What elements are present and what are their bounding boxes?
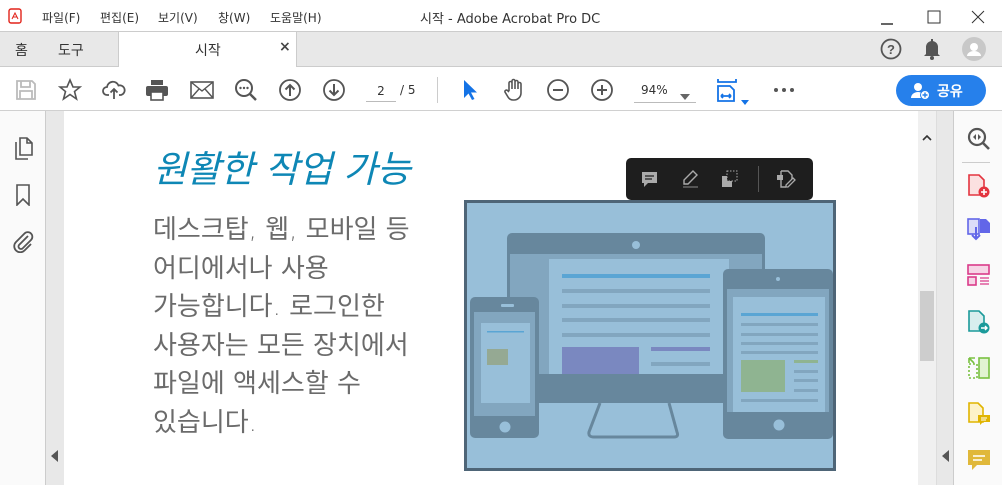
compare-files-icon[interactable] bbox=[966, 355, 992, 381]
more-options-icon[interactable] bbox=[772, 78, 796, 102]
tab-document-label: 시작 bbox=[195, 43, 221, 59]
tab-tools[interactable]: 도구 bbox=[58, 40, 84, 60]
menu-help[interactable]: 도움말(H) bbox=[270, 9, 322, 26]
window-title: 시작 - Adobe Acrobat Pro DC bbox=[420, 12, 601, 27]
highlight-icon[interactable] bbox=[681, 170, 699, 192]
body-line: 있습니다. bbox=[153, 407, 257, 438]
body-line: 파일에 액세스할 수 bbox=[153, 369, 361, 399]
menu-window[interactable]: 창(W) bbox=[218, 9, 250, 26]
collapse-left-pane-icon[interactable] bbox=[51, 447, 58, 466]
export-pdf-icon[interactable] bbox=[966, 217, 992, 243]
email-icon[interactable] bbox=[190, 78, 214, 102]
page-number-input[interactable] bbox=[366, 80, 396, 102]
bookmarks-icon[interactable] bbox=[15, 184, 31, 210]
tab-home[interactable]: 홈 bbox=[15, 40, 28, 60]
fill-and-sign-icon[interactable] bbox=[966, 401, 992, 427]
svg-text:?: ? bbox=[887, 42, 895, 57]
zoom-dropdown[interactable]: 94% bbox=[634, 77, 696, 103]
page-thumbnails-icon[interactable] bbox=[14, 137, 34, 165]
attachments-icon[interactable] bbox=[12, 229, 34, 257]
body-line: 사용자는 모든 장치에서 bbox=[153, 330, 409, 361]
search-text-icon[interactable] bbox=[234, 78, 258, 102]
organize-pages-icon[interactable] bbox=[966, 263, 992, 289]
zoom-out-icon[interactable] bbox=[546, 78, 570, 102]
right-tools-pane bbox=[953, 111, 1002, 485]
edit-pdf-icon[interactable] bbox=[776, 170, 796, 192]
body-line: 어디에서나 사용 bbox=[153, 253, 329, 284]
left-pane-collapse-strip bbox=[46, 111, 64, 485]
scrollbar-thumb[interactable] bbox=[920, 291, 934, 361]
tab-document[interactable]: 시작 × bbox=[118, 32, 297, 67]
toolbar: / 5 94% 공유 bbox=[0, 67, 1002, 111]
share-button[interactable]: 공유 bbox=[896, 75, 986, 106]
title-bar: 파일(F) 편집(E) 보기(V) 창(W) 도움말(H) 시작 - Adobe… bbox=[0, 0, 1002, 32]
copy-region-icon[interactable] bbox=[721, 170, 739, 192]
quick-tools-popup bbox=[626, 158, 813, 200]
close-tab-icon[interactable]: × bbox=[279, 39, 291, 55]
page-heading: 원활한 작업 가능 bbox=[153, 148, 411, 191]
fit-width-icon[interactable] bbox=[716, 78, 740, 102]
minimize-button[interactable] bbox=[880, 10, 894, 29]
comment-tool-icon[interactable] bbox=[966, 447, 992, 473]
create-pdf-icon[interactable] bbox=[966, 173, 992, 199]
user-avatar[interactable] bbox=[962, 37, 986, 65]
body-line: 데스크탑, 웹, 모바일 등 bbox=[153, 215, 410, 245]
previous-page-icon[interactable] bbox=[278, 78, 302, 102]
chevron-down-icon bbox=[680, 85, 690, 104]
send-for-review-icon[interactable] bbox=[966, 309, 992, 335]
select-cursor-icon[interactable] bbox=[458, 78, 482, 102]
body-line: 가능합니다. 로그인한 bbox=[153, 292, 385, 322]
share-label: 공유 bbox=[937, 84, 963, 100]
vertical-scrollbar[interactable] bbox=[918, 111, 936, 485]
zoom-search-icon[interactable] bbox=[966, 126, 992, 152]
zoom-in-icon[interactable] bbox=[590, 78, 614, 102]
popup-divider bbox=[758, 166, 759, 192]
bookmark-star-icon[interactable] bbox=[58, 78, 82, 102]
right-pane-collapse-strip bbox=[936, 111, 953, 485]
add-user-icon bbox=[910, 82, 930, 104]
document-page: 원활한 작업 가능 데스크탑, 웹, 모바일 등 어디에서나 사용 가능합니다.… bbox=[64, 111, 918, 485]
hand-tool-icon[interactable] bbox=[502, 78, 526, 102]
menu-edit[interactable]: 편집(E) bbox=[100, 9, 139, 26]
next-page-icon[interactable] bbox=[322, 78, 346, 102]
menu-view[interactable]: 보기(V) bbox=[158, 9, 198, 26]
collapse-right-pane-icon[interactable] bbox=[942, 447, 949, 466]
print-icon[interactable] bbox=[145, 78, 169, 102]
comment-icon[interactable] bbox=[641, 171, 658, 192]
scroll-up-icon[interactable] bbox=[922, 126, 932, 145]
maximize-button[interactable] bbox=[927, 9, 941, 28]
acrobat-logo-icon bbox=[8, 8, 22, 28]
zoom-value: 94% bbox=[641, 83, 668, 97]
page-body-text: 데스크탑, 웹, 모바일 등 어디에서나 사용 가능합니다. 로그인한 사용자는… bbox=[153, 211, 453, 442]
devices-illustration bbox=[464, 200, 836, 471]
close-window-button[interactable] bbox=[971, 9, 985, 28]
save-icon[interactable] bbox=[14, 78, 38, 102]
fit-dropdown-icon[interactable] bbox=[741, 90, 749, 109]
notification-bell-icon[interactable] bbox=[922, 38, 942, 64]
help-icon[interactable]: ? bbox=[880, 38, 902, 64]
menu-file[interactable]: 파일(F) bbox=[42, 9, 80, 26]
left-navigation-pane bbox=[0, 111, 46, 485]
upload-cloud-icon[interactable] bbox=[102, 78, 126, 102]
page-total: / 5 bbox=[400, 83, 416, 97]
toolbar-divider bbox=[437, 77, 438, 103]
pane-divider bbox=[962, 162, 990, 163]
tab-bar: 홈 도구 시작 × ? bbox=[0, 32, 1002, 67]
